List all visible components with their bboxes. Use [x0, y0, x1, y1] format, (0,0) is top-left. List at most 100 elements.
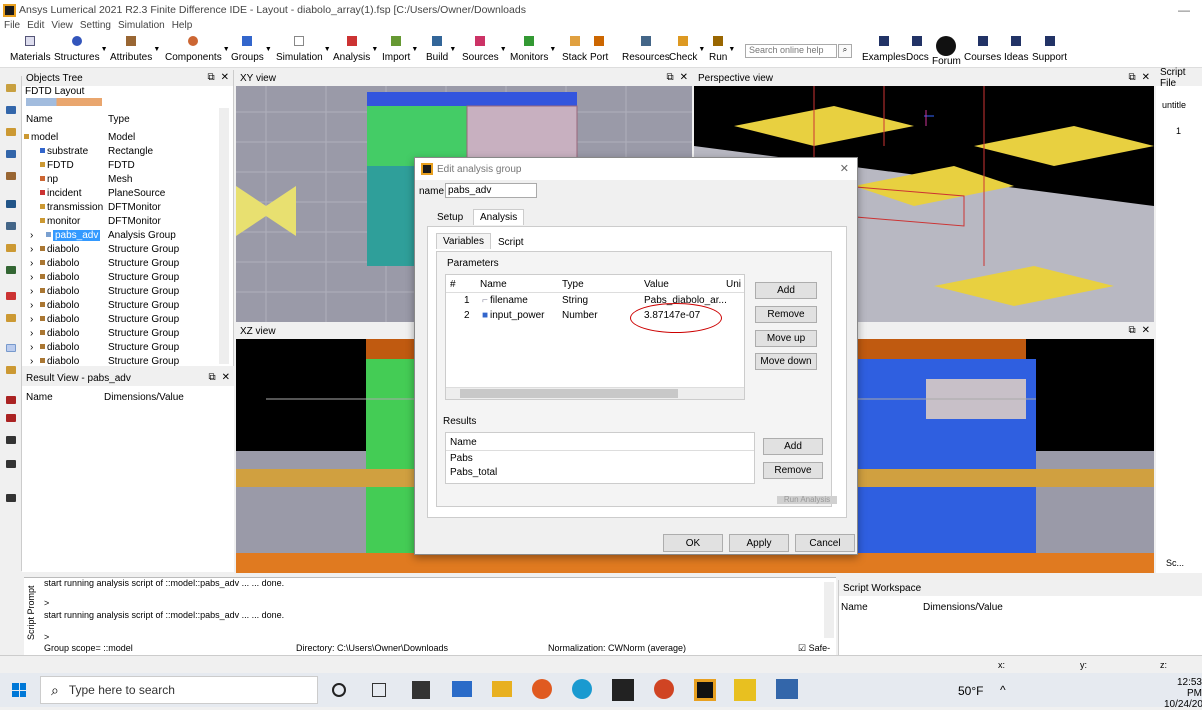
- ribbon-analysis[interactable]: Analysis ▼: [333, 34, 378, 68]
- tree-row[interactable]: › diabolo Structure Group: [22, 242, 222, 256]
- expand-chevron-icon[interactable]: ›: [30, 300, 33, 311]
- tree-row[interactable]: › diabolo Structure Group: [22, 298, 222, 312]
- ribbon-courses[interactable]: Courses: [964, 34, 1001, 68]
- ribbon-simulation[interactable]: Simulation ▼: [276, 34, 331, 68]
- ribbon-forum[interactable]: Forum: [932, 34, 961, 68]
- expand-chevron-icon[interactable]: ›: [30, 258, 33, 269]
- subtab-variables[interactable]: Variables: [436, 233, 491, 249]
- tree-row[interactable]: › diabolo Structure Group: [22, 312, 222, 326]
- ribbon-stack[interactable]: Stack: [562, 34, 587, 68]
- tool-icon[interactable]: [6, 266, 16, 274]
- expand-chevron-icon[interactable]: ›: [30, 342, 33, 353]
- file-explorer-icon[interactable]: [492, 681, 512, 697]
- mail-icon[interactable]: [452, 681, 472, 697]
- apply-button[interactable]: Apply: [729, 534, 789, 552]
- script-file-tab[interactable]: untitle: [1162, 100, 1186, 110]
- script-sc-button[interactable]: Sc...: [1166, 558, 1184, 568]
- clock[interactable]: 12:53 PM10/24/202: [1164, 677, 1202, 710]
- tool-icon[interactable]: [6, 414, 16, 422]
- ok-button[interactable]: OK: [663, 534, 723, 552]
- task-view-icon[interactable]: [372, 683, 386, 697]
- start-icon[interactable]: [12, 683, 26, 697]
- menu-view[interactable]: View: [51, 20, 73, 34]
- menu-setting[interactable]: Setting: [80, 20, 111, 34]
- tab-setup[interactable]: Setup: [431, 210, 469, 225]
- float-icon[interactable]: ⧉: [1128, 325, 1135, 336]
- tool-icon[interactable]: [6, 150, 16, 158]
- result-remove-button[interactable]: Remove: [763, 462, 823, 479]
- expand-chevron-icon[interactable]: ›: [30, 314, 33, 325]
- tree-row[interactable]: transmission DFTMonitor: [22, 200, 222, 214]
- close-icon[interactable]: ✕: [1142, 325, 1150, 336]
- ribbon-examples[interactable]: Examples: [862, 34, 906, 68]
- axis-y-icon[interactable]: [6, 460, 16, 468]
- search-help-input[interactable]: Search online help: [745, 44, 837, 58]
- cortana-icon[interactable]: [332, 683, 346, 697]
- ribbon-port[interactable]: Port: [590, 34, 608, 68]
- lumerical-fdtd-icon[interactable]: [694, 679, 716, 701]
- tree-row[interactable]: › diabolo Structure Group: [22, 270, 222, 284]
- tool-icon[interactable]: [6, 106, 16, 114]
- tree-row[interactable]: › diabolo Structure Group: [22, 340, 222, 354]
- close-icon[interactable]: ✕: [222, 372, 230, 383]
- tool-icon[interactable]: [6, 84, 16, 92]
- tool-icon[interactable]: [6, 366, 16, 374]
- ribbon-build[interactable]: Build ▼: [426, 34, 456, 68]
- ribbon-attributes[interactable]: Attributes ▼: [110, 34, 160, 68]
- ribbon-check[interactable]: Check ▼: [669, 34, 705, 68]
- tree-row[interactable]: substrate Rectangle: [22, 144, 222, 158]
- expand-chevron-icon[interactable]: ›: [30, 328, 33, 339]
- safe-checkbox[interactable]: ☑ Safe-: [798, 643, 830, 654]
- param-move-down-button[interactable]: Move down: [755, 353, 817, 370]
- tool-icon[interactable]: [6, 396, 16, 404]
- tool-icon[interactable]: [6, 128, 16, 136]
- tree-row[interactable]: np Mesh: [22, 172, 222, 186]
- ribbon-import[interactable]: Import ▼: [382, 34, 418, 68]
- tab-analysis[interactable]: Analysis: [473, 209, 525, 225]
- tool-icon[interactable]: [6, 344, 16, 352]
- close-icon[interactable]: ✕: [680, 72, 688, 83]
- tree-row[interactable]: monitor DFTMonitor: [22, 214, 222, 228]
- tree-row[interactable]: › diabolo Structure Group: [22, 256, 222, 270]
- expand-chevron-icon[interactable]: ›: [30, 230, 33, 241]
- menu-help[interactable]: Help: [172, 20, 193, 34]
- search-icon[interactable]: ⌕: [838, 44, 852, 58]
- result-add-button[interactable]: Add: [763, 438, 823, 455]
- axis-z-icon[interactable]: [6, 494, 16, 502]
- close-icon[interactable]: ✕: [221, 72, 229, 83]
- pointer-icon[interactable]: [6, 200, 16, 208]
- subtab-script[interactable]: Script: [492, 235, 530, 250]
- ribbon-materials[interactable]: Materials: [10, 34, 51, 68]
- ribbon-support[interactable]: Support: [1032, 34, 1067, 68]
- result-row[interactable]: Pabs: [450, 453, 473, 464]
- console-scrollbar[interactable]: [824, 582, 834, 638]
- zoom-icon[interactable]: [6, 222, 16, 230]
- cancel-button[interactable]: Cancel: [795, 534, 855, 552]
- tree-row[interactable]: FDTD FDTD: [22, 158, 222, 172]
- close-icon[interactable]: ✕: [1142, 72, 1150, 83]
- expand-chevron-icon[interactable]: ›: [30, 244, 33, 255]
- expand-chevron-icon[interactable]: ›: [30, 356, 33, 367]
- ribbon-structures[interactable]: Structures ▼: [54, 34, 108, 68]
- param-add-button[interactable]: Add: [755, 282, 817, 299]
- ribbon-components[interactable]: Components ▼: [165, 34, 230, 68]
- ribbon-sources[interactable]: Sources ▼: [462, 34, 507, 68]
- ribbon-monitors[interactable]: Monitors ▼: [510, 34, 556, 68]
- ribbon-groups[interactable]: Groups ▼: [231, 34, 272, 68]
- dialog-close-icon[interactable]: ✕: [840, 162, 849, 175]
- powerpoint-icon[interactable]: [654, 679, 674, 699]
- tree-row[interactable]: › diabolo Structure Group: [22, 284, 222, 298]
- ribbon-run[interactable]: Run ▼: [709, 34, 735, 68]
- taskbar-search-box[interactable]: ⌕ Type here to search: [40, 676, 318, 704]
- weather-label[interactable]: 50°F: [958, 684, 983, 698]
- tool-icon[interactable]: [6, 172, 16, 180]
- remote-desktop-icon[interactable]: [776, 679, 798, 699]
- store-icon[interactable]: [412, 681, 430, 699]
- float-icon[interactable]: ⧉: [208, 372, 215, 383]
- minimize-button[interactable]: —: [1178, 3, 1190, 17]
- tree-row[interactable]: › pabs_adv Analysis Group: [22, 228, 222, 242]
- tree-row[interactable]: › diabolo Structure Group: [22, 326, 222, 340]
- ribbon-docs[interactable]: Docs: [906, 34, 929, 68]
- ribbon-resources[interactable]: Resources: [622, 34, 670, 68]
- tool-icon[interactable]: [6, 292, 16, 300]
